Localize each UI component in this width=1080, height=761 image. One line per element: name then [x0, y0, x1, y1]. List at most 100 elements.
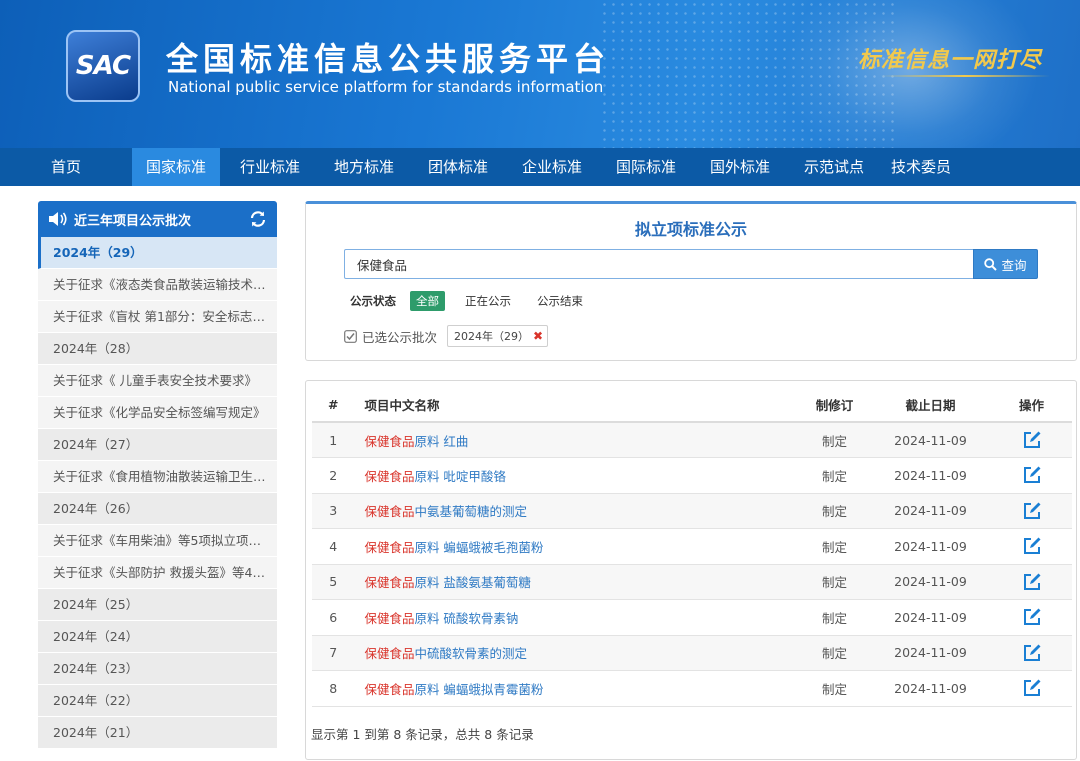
table-row: 8 保健食品原料 蝙蝠蛾拟青霉菌粉 制定 2024-11-09 — [312, 670, 1072, 707]
edit-icon[interactable] — [1022, 678, 1042, 698]
revision-type: 制定 — [799, 422, 870, 458]
remove-tag-icon[interactable]: ✖ — [533, 329, 543, 343]
col-header-action: 操作 — [991, 387, 1072, 423]
edit-icon[interactable] — [1022, 607, 1042, 627]
edit-icon[interactable] — [1022, 643, 1042, 663]
speaker-icon — [48, 211, 68, 227]
search-button-label: 查询 — [1001, 257, 1027, 273]
nav-home[interactable]: 首页 — [0, 148, 132, 186]
deadline-date: 2024-11-09 — [869, 635, 992, 671]
project-name-link[interactable]: 保健食品原料 硫酸软骨素钠 — [354, 599, 800, 636]
table-row: 7 保健食品中硫酸软骨素的测定 制定 2024-11-09 — [312, 635, 1072, 671]
deadline-date: 2024-11-09 — [869, 599, 992, 636]
row-index: 3 — [312, 493, 355, 529]
revision-type: 制定 — [799, 528, 870, 565]
sidebar-title: 近三年项目公示批次 — [74, 213, 192, 229]
nav-group-standards[interactable]: 团体标准 — [408, 148, 508, 186]
project-name-link[interactable]: 保健食品中氨基葡萄糖的测定 — [354, 493, 800, 529]
results-table: # 项目中文名称 制修订 截止日期 操作 1 保健食品原料 红曲 制定 2024-11… — [312, 387, 1072, 707]
project-name-rest: 中硫酸软骨素的测定 — [414, 646, 527, 662]
panel-title: 拟立项标准公示 — [634, 220, 747, 239]
col-header-name: 项目中文名称 — [354, 387, 800, 423]
nav-local-standards[interactable]: 地方标准 — [320, 148, 408, 186]
action-cell — [991, 635, 1072, 671]
search-button[interactable]: 查询 — [973, 249, 1038, 279]
sidebar-item-year[interactable]: 2024年（27） — [38, 429, 277, 461]
keyword-highlight: 保健食品 — [364, 610, 415, 626]
sidebar-item-year[interactable]: 2024年（21） — [38, 717, 277, 749]
keyword-highlight: 保健食品 — [364, 575, 415, 591]
sidebar-item-year[interactable]: 2024年（29） — [38, 237, 277, 269]
project-name-rest: 原料 硫酸软骨素钠 — [414, 610, 519, 626]
sidebar-item-notice[interactable]: 关于征求《食用植物油散装运输卫生要求》 — [38, 461, 277, 493]
keyword-highlight: 保健食品 — [364, 539, 415, 555]
deadline-date: 2024-11-09 — [869, 528, 992, 565]
nav-international-standards[interactable]: 国际标准 — [596, 148, 696, 186]
table-row: 6 保健食品原料 硫酸软骨素钠 制定 2024-11-09 — [312, 599, 1072, 636]
sidebar-item-notice[interactable]: 关于征求《盲杖 第1部分：安全标志要求》 — [38, 301, 277, 333]
results-panel: # 项目中文名称 制修订 截止日期 操作 1 保健食品原料 红曲 制定 2024-11… — [305, 380, 1077, 760]
refresh-icon[interactable] — [249, 210, 267, 228]
edit-icon[interactable] — [1022, 572, 1042, 592]
project-name-link[interactable]: 保健食品原料 盐酸氨基葡萄糖 — [354, 564, 800, 600]
deadline-date: 2024-11-09 — [869, 493, 992, 529]
sidebar-item-notice[interactable]: 关于征求《化学品安全标签编写规定》 — [38, 397, 277, 429]
pagination-summary: 显示第 1 到第 8 条记录，总共 8 条记录 — [311, 727, 534, 742]
project-name-link[interactable]: 保健食品原料 蝙蝠蛾拟青霉菌粉 — [354, 670, 800, 707]
status-option-ended[interactable]: 公示结束 — [531, 291, 589, 311]
sidebar-item-year[interactable]: 2024年（22） — [38, 685, 277, 717]
status-option-all[interactable]: 全部 — [410, 291, 445, 311]
nav-pilot-demo[interactable]: 示范试点 — [784, 148, 884, 186]
row-index: 2 — [312, 457, 355, 494]
revision-type: 制定 — [799, 493, 870, 529]
sac-logo[interactable]: SAC — [66, 30, 140, 102]
action-cell — [991, 670, 1072, 707]
project-name-link[interactable]: 保健食品中硫酸软骨素的测定 — [354, 635, 800, 671]
project-name-rest: 原料 盐酸氨基葡萄糖 — [414, 575, 531, 591]
edit-icon[interactable] — [1022, 536, 1042, 556]
edit-icon[interactable] — [1022, 465, 1042, 485]
nav-technical-committee[interactable]: 技术委员会 — [884, 148, 958, 214]
status-filter: 公示状态 全部 正在公示 公示结束 — [350, 291, 603, 311]
selected-batch-tag-text: 2024年（29） — [454, 330, 530, 343]
project-name-link[interactable]: 保健食品原料 红曲 — [354, 422, 800, 458]
col-header-revision: 制修订 — [799, 387, 870, 423]
revision-type: 制定 — [799, 635, 870, 671]
nav-industry-standards[interactable]: 行业标准 — [220, 148, 320, 186]
project-name-rest: 原料 蝙蝠蛾拟青霉菌粉 — [414, 681, 544, 697]
table-row: 1 保健食品原料 红曲 制定 2024-11-09 — [312, 422, 1072, 458]
banner-globe-glow — [780, 0, 1040, 148]
revision-type: 制定 — [799, 670, 870, 707]
sidebar-item-notice[interactable]: 关于征求《液态类食品散装运输技术要求》 — [38, 269, 277, 301]
col-header-index: # — [312, 387, 355, 423]
nav-enterprise-standards[interactable]: 企业标准 — [508, 148, 596, 186]
edit-icon[interactable] — [1022, 501, 1042, 521]
row-index: 1 — [312, 422, 355, 458]
edit-icon[interactable] — [1022, 430, 1042, 450]
selected-batch-row: 已选公示批次 2024年（29） ✖ — [344, 325, 549, 347]
deadline-date: 2024-11-09 — [869, 457, 992, 494]
sidebar-item-year[interactable]: 2024年（24） — [38, 621, 277, 653]
search-icon — [984, 257, 998, 271]
table-row: 3 保健食品中氨基葡萄糖的测定 制定 2024-11-09 — [312, 493, 1072, 529]
sidebar-item-year[interactable]: 2024年（26） — [38, 493, 277, 525]
sidebar-item-notice[interactable]: 关于征求《头部防护 救援头盔》等44项 — [38, 557, 277, 589]
search-input[interactable] — [344, 249, 974, 279]
sidebar-item-year[interactable]: 2024年（25） — [38, 589, 277, 621]
sidebar-item-year[interactable]: 2024年（23） — [38, 653, 277, 685]
sidebar-item-notice[interactable]: 关于征求《车用柴油》等5项拟立项标准 — [38, 525, 277, 557]
nav-national-standards[interactable]: 国家标准 — [132, 148, 220, 186]
row-index: 5 — [312, 564, 355, 600]
sidebar-item-notice[interactable]: 关于征求《 儿童手表安全技术要求》 — [38, 365, 277, 397]
project-name-link[interactable]: 保健食品原料 蝙蝠蛾被毛孢菌粉 — [354, 528, 800, 565]
status-option-ongoing[interactable]: 正在公示 — [459, 291, 517, 311]
project-name-rest: 原料 红曲 — [414, 433, 469, 449]
row-index: 7 — [312, 635, 355, 671]
project-name-link[interactable]: 保健食品原料 吡啶甲酸铬 — [354, 457, 800, 494]
nav-foreign-standards[interactable]: 国外标准 — [696, 148, 784, 186]
keyword-highlight: 保健食品 — [364, 504, 415, 520]
sidebar-item-year[interactable]: 2024年（28） — [38, 333, 277, 365]
project-name-rest: 中氨基葡萄糖的测定 — [414, 504, 527, 520]
table-row: 2 保健食品原料 吡啶甲酸铬 制定 2024-11-09 — [312, 457, 1072, 494]
search-panel: 拟立项标准公示 查询 公示状态 全部 正在公示 公示结束 已选公示批次 2024… — [305, 201, 1077, 361]
